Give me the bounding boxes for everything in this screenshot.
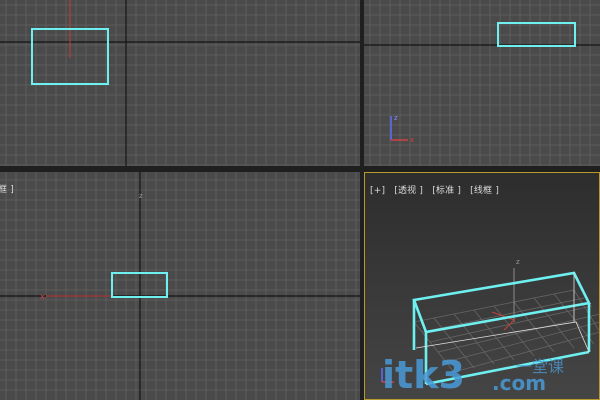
viewport-perspective[interactable]: z [+] [透视 ] [标准 ] [线框 ] <box>364 172 600 400</box>
viewport-bottom-left[interactable]: x z 框 ] <box>0 172 360 400</box>
label-standard[interactable]: [标准 ] <box>432 186 461 196</box>
viewport-perspective-canvas: z <box>364 172 600 400</box>
label-view-perspective[interactable]: [透视 ] <box>394 186 423 196</box>
svg-text:x: x <box>410 136 414 144</box>
svg-text:x: x <box>40 292 45 301</box>
svg-text:z: z <box>394 114 398 122</box>
viewport-bottom-left-canvas: x z <box>0 172 360 400</box>
viewport-top-right-canvas: z x <box>364 0 600 166</box>
label-wireframe[interactable]: [线框 ] <box>470 186 499 196</box>
viewport-layout: z x x z 框 ] z [+] [透视] [标准] [线框] itk3… <box>0 0 600 400</box>
viewport-top-left[interactable] <box>0 0 360 166</box>
label-shading-bottom-left[interactable]: 框 ] <box>0 185 14 195</box>
viewport-label-perspective[interactable]: [+] [透视 ] [标准 ] [线框 ] <box>370 183 505 196</box>
svg-text:z: z <box>139 192 143 200</box>
viewport-top-left-canvas <box>0 0 360 166</box>
label-plus-menu[interactable]: [+] <box>370 186 385 196</box>
viewport-label-bottom-left[interactable]: 框 ] <box>0 182 20 195</box>
viewport-top-right[interactable]: z x <box>364 0 600 166</box>
svg-text:z: z <box>516 258 520 266</box>
